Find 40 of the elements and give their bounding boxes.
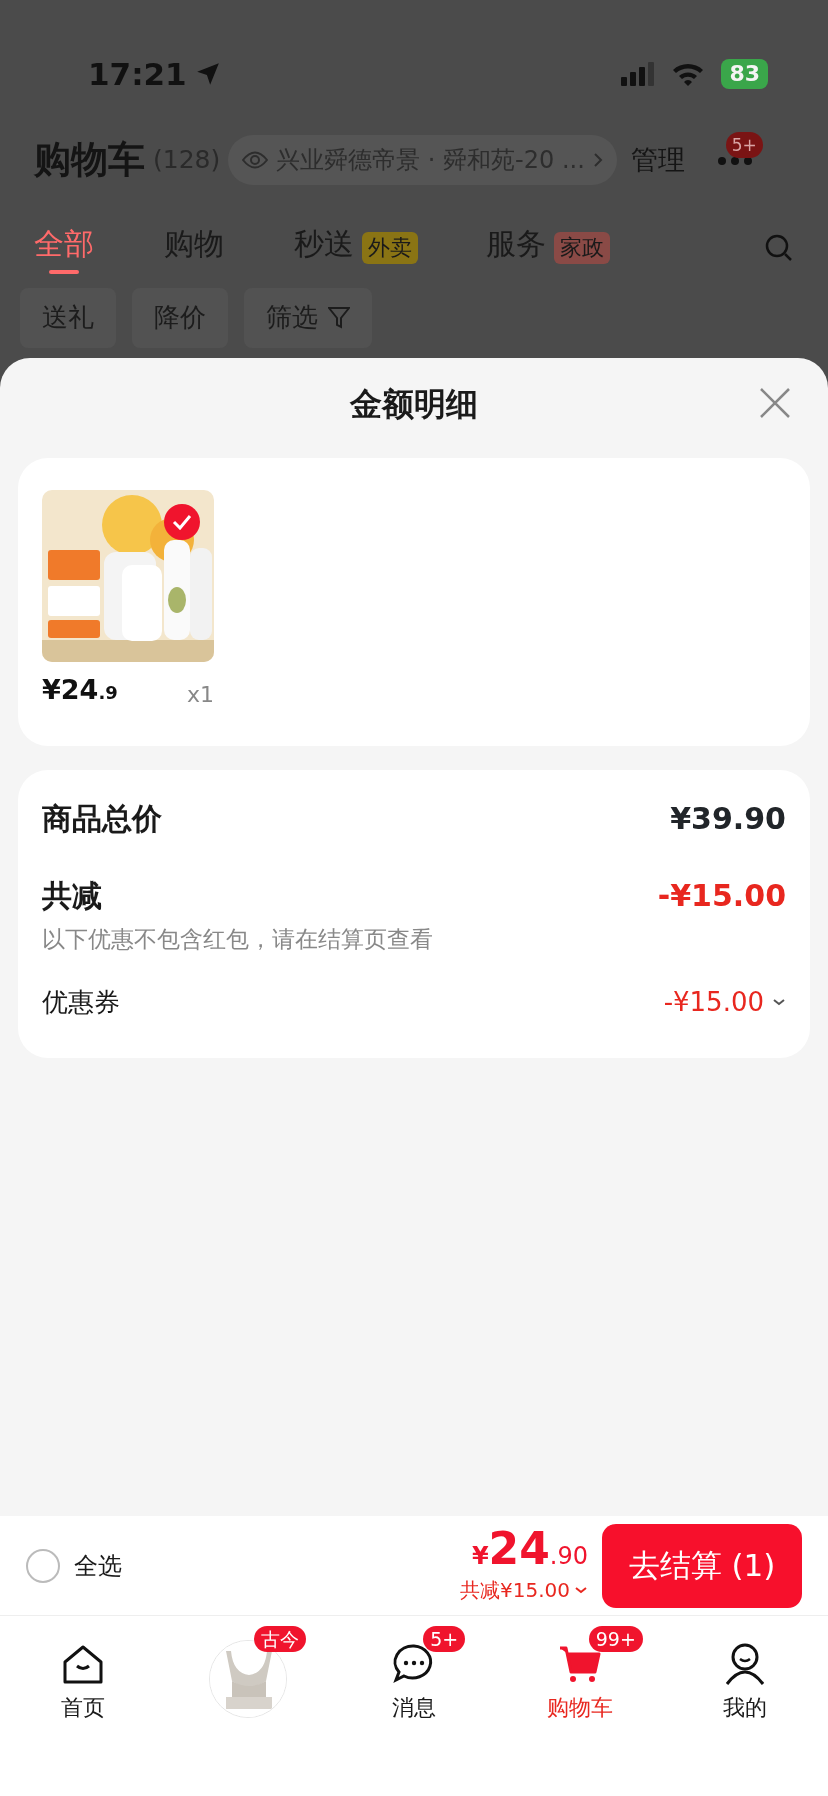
chevron-down-icon[interactable]: [574, 1585, 588, 1594]
coupon-label: 优惠券: [42, 985, 120, 1019]
nav-tab[interactable]: 古今: [165, 1624, 332, 1724]
total-value: ¥39.90: [670, 800, 786, 838]
notification-badge: 5+: [423, 1626, 466, 1652]
category-tab[interactable]: 全部: [34, 221, 94, 274]
chevron-right-icon: [592, 152, 603, 168]
discount-value: -¥15.00: [657, 877, 786, 915]
status-time: 17:21: [88, 54, 187, 94]
checkout-button[interactable]: 去结算 (1): [602, 1523, 802, 1608]
total-label: 商品总价: [42, 800, 162, 838]
item-quantity: x1: [186, 680, 214, 709]
tab-tag: 家政: [554, 231, 610, 264]
notification-badge: 5+: [725, 132, 763, 158]
item-price: ¥24.9: [42, 673, 118, 707]
notification-badge: 古今: [253, 1626, 306, 1652]
signal-icon: [621, 62, 656, 86]
total-price: ¥24.90: [471, 1526, 588, 1571]
sheet-title: 金额明细: [350, 384, 478, 425]
coupon-value: -¥15.00: [663, 985, 764, 1019]
battery-level: 83: [721, 59, 768, 89]
tab-tag: 外卖: [362, 231, 418, 264]
search-icon[interactable]: [764, 232, 794, 263]
checkmark-icon: [172, 514, 192, 530]
eye-icon: [242, 151, 269, 169]
nav-tab[interactable]: 我的: [662, 1624, 828, 1724]
wifi-icon: [671, 61, 706, 87]
select-all-checkbox[interactable]: [26, 1548, 60, 1583]
discount-note: 以下优惠不包含红包，请在结算页查看: [42, 925, 434, 954]
nav-tab[interactable]: 购物车 99+: [496, 1624, 663, 1724]
funnel-icon: [328, 305, 350, 330]
savings-text: 共减¥15.00: [460, 1576, 570, 1604]
discount-label: 共减: [42, 877, 102, 915]
chevron-down-icon[interactable]: [772, 998, 786, 1006]
close-icon[interactable]: [758, 386, 792, 420]
nav-tab[interactable]: 首页: [0, 1624, 166, 1724]
more-icon[interactable]: [716, 155, 753, 166]
nav-tab[interactable]: 消息 5+: [331, 1624, 497, 1724]
notification-badge: 99+: [588, 1626, 643, 1652]
select-all-label: 全选: [74, 1550, 122, 1582]
